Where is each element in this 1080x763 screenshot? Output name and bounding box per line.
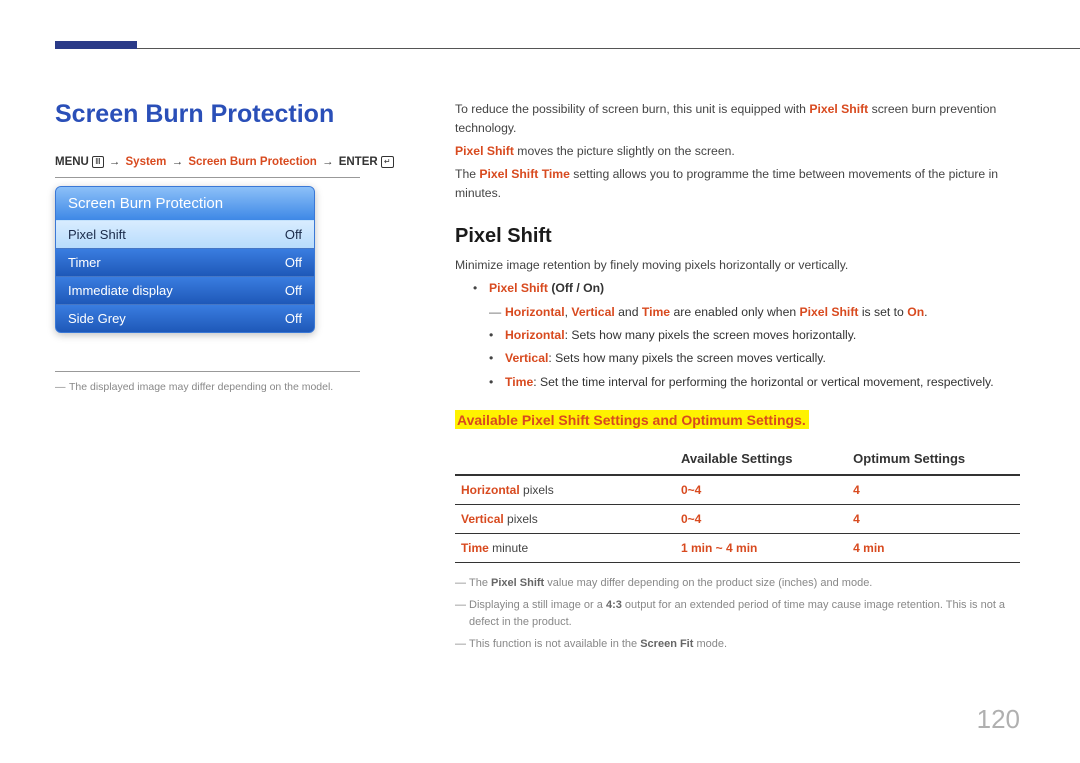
bullet-list: Pixel Shift (Off / On) Horizontal, Verti… (473, 279, 1020, 390)
page-title: Screen Burn Protection (55, 100, 415, 129)
nav-system: System (126, 156, 167, 168)
settings-table: Available Settings Optimum Settings Hori… (455, 445, 1020, 563)
section-desc: Minimize image retention by finely movin… (455, 256, 1020, 275)
page-number: 120 (977, 704, 1020, 735)
th-optimum: Optimum Settings (847, 445, 1020, 475)
th-blank (455, 445, 675, 475)
row-label: Side Grey (68, 311, 126, 326)
dash-note: Horizontal, Vertical and Time are enable… (489, 303, 1020, 321)
sub-bullet-vertical: Vertical: Sets how many pixels the scree… (489, 349, 1020, 367)
th-available: Available Settings (675, 445, 847, 475)
panel-row-timer[interactable]: Timer Off (56, 248, 314, 276)
note-2: Displaying a still image or a 4:3 output… (455, 597, 1020, 630)
notes-below-table: The Pixel Shift value may differ dependi… (455, 575, 1020, 653)
table-row: Horizontal pixels 0~4 4 (455, 475, 1020, 505)
intro-1: To reduce the possibility of screen burn… (455, 100, 1020, 138)
intro-3: The Pixel Shift Time setting allows you … (455, 165, 1020, 203)
panel-row-immediate-display[interactable]: Immediate display Off (56, 276, 314, 304)
top-divider (55, 48, 1080, 49)
panel-row-side-grey[interactable]: Side Grey Off (56, 304, 314, 332)
left-column: Screen Burn Protection MENU Ⅲ → System →… (55, 100, 415, 659)
row-label: Timer (68, 255, 101, 270)
row-label: Immediate display (68, 283, 173, 298)
note-1: The Pixel Shift value may differ dependi… (455, 575, 1020, 592)
menu-icon: Ⅲ (92, 156, 104, 168)
table-row: Time minute 1 min ~ 4 min 4 min (455, 533, 1020, 562)
intro-2: Pixel Shift moves the picture slightly o… (455, 142, 1020, 161)
panel-row-pixel-shift[interactable]: Pixel Shift Off (56, 220, 314, 248)
section-heading-pixel-shift: Pixel Shift (455, 225, 1020, 248)
row-value: Off (285, 227, 302, 242)
footnote-divider (55, 371, 360, 372)
sub-bullet-time: Time: Set the time interval for performi… (489, 373, 1020, 391)
row-value: Off (285, 311, 302, 326)
row-value: Off (285, 255, 302, 270)
table-row: Vertical pixels 0~4 4 (455, 504, 1020, 533)
right-column: To reduce the possibility of screen burn… (455, 100, 1020, 659)
sub-bullet-horizontal: Horizontal: Sets how many pixels the scr… (489, 326, 1020, 344)
nav-enter-label: ENTER (339, 156, 378, 168)
panel-header: Screen Burn Protection (56, 187, 314, 220)
enter-icon: ↵ (381, 156, 394, 168)
note-3: This function is not available in the Sc… (455, 636, 1020, 653)
nav-menu-label: MENU (55, 156, 89, 168)
settings-panel: Screen Burn Protection Pixel Shift Off T… (55, 186, 315, 333)
breadcrumb: MENU Ⅲ → System → Screen Burn Protection… (55, 153, 415, 178)
footnote-text: The displayed image may differ depending… (55, 380, 415, 396)
row-value: Off (285, 283, 302, 298)
bullet-pixel-shift: Pixel Shift (Off / On) Horizontal, Verti… (473, 279, 1020, 390)
row-label: Pixel Shift (68, 227, 126, 242)
nav-item: Screen Burn Protection (188, 156, 316, 168)
highlight-subheading: Available Pixel Shift Settings and Optim… (455, 410, 809, 429)
